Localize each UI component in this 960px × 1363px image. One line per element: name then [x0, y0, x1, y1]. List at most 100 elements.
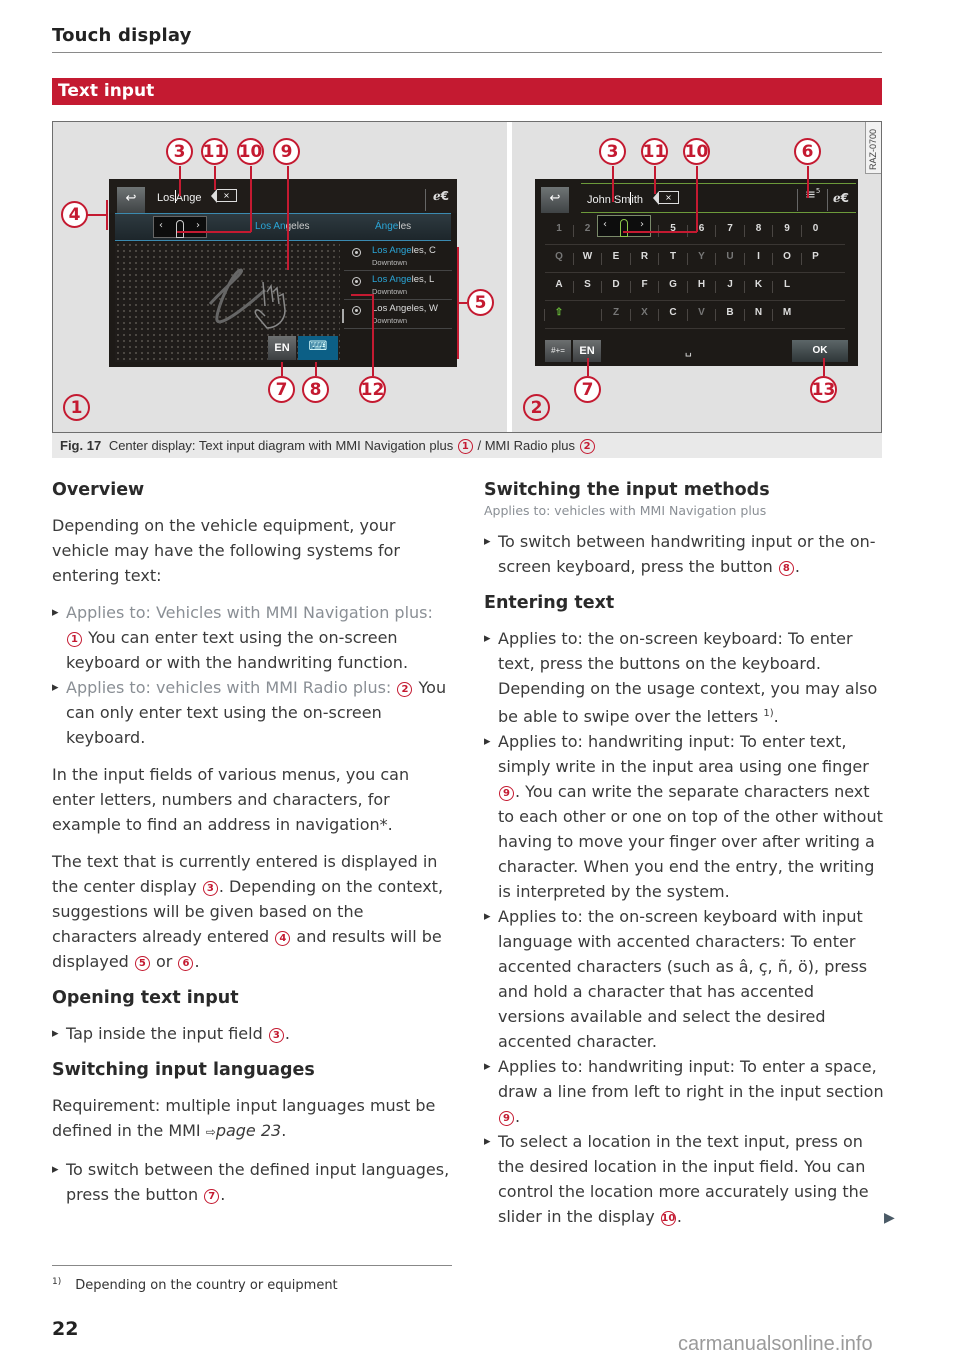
footnote-divider	[52, 1265, 452, 1266]
leader-line	[179, 166, 181, 196]
language-button[interactable]: EN	[268, 336, 296, 360]
keyboard-toggle-icon[interactable]: ⌨	[298, 336, 338, 360]
back-button[interactable]: ↩	[541, 187, 569, 213]
key-f[interactable]: F	[631, 279, 659, 290]
back-button[interactable]: ↩	[117, 187, 145, 213]
list-item: Applies to: the on-screen keyboard: To e…	[484, 626, 884, 729]
speller-icon[interactable]: ℯ€	[433, 189, 449, 203]
key-g[interactable]: G	[659, 279, 687, 290]
callout-3: 3	[268, 1028, 284, 1043]
key-d[interactable]: D	[602, 279, 630, 290]
space-key[interactable]: ␣	[685, 344, 692, 357]
key-separator	[715, 225, 716, 237]
key-separator	[658, 253, 659, 265]
key-n[interactable]: N	[745, 307, 773, 318]
key-b[interactable]: B	[716, 307, 744, 318]
shift-key[interactable]: ⇧	[545, 307, 573, 318]
suggestion-item[interactable]: Ángeles	[375, 221, 411, 232]
key-p[interactable]: P	[802, 251, 830, 262]
key-o[interactable]: O	[773, 251, 801, 262]
leader-line	[214, 166, 216, 190]
key-u[interactable]: U	[716, 251, 744, 262]
key-v[interactable]: V	[688, 307, 716, 318]
key-c[interactable]: C	[659, 307, 687, 318]
chevron-left-icon[interactable]: ‹	[603, 219, 607, 230]
key-separator	[686, 253, 688, 265]
handwriting-area[interactable]: EN ⌨	[115, 242, 340, 362]
footnote: 1) Depending on the country or equipment	[52, 1277, 338, 1293]
suggestion-bar: ‹ › Los Angeles Ángeles	[115, 213, 451, 241]
key-r[interactable]: R	[631, 251, 659, 262]
result-item[interactable]: Los Angeles, L Downtown	[344, 271, 452, 300]
key-k[interactable]: K	[745, 279, 773, 290]
key-separator	[715, 309, 716, 321]
cursor-slider[interactable]: ‹ ›	[153, 216, 207, 238]
callout-7: 7	[204, 1189, 220, 1204]
key-h[interactable]: H	[688, 279, 716, 290]
callout-1: 1	[457, 439, 473, 454]
overview-heading: Overview	[52, 480, 145, 500]
callout-2: 2	[523, 394, 550, 421]
chevron-right-icon[interactable]: ›	[640, 219, 644, 230]
leader-line	[654, 166, 656, 194]
key-l[interactable]: L	[773, 279, 801, 290]
chevron-right-icon[interactable]: ›	[196, 220, 200, 231]
arrow-right-icon: ⇨	[205, 1125, 216, 1139]
key-y[interactable]: Y	[688, 251, 716, 262]
key-separator	[686, 309, 688, 321]
key-e[interactable]: E	[602, 251, 630, 262]
list-item: Applies to: handwriting input: To enter …	[484, 729, 884, 904]
page-link[interactable]: page 23	[216, 1121, 281, 1140]
delete-icon[interactable]: ×	[211, 189, 237, 203]
chevron-left-icon[interactable]: ‹	[159, 220, 163, 231]
input-bar: ↩ LosAnge × ℯ€	[109, 179, 457, 213]
key-w[interactable]: W	[574, 251, 602, 262]
footnote-ref: 1)	[763, 708, 774, 719]
key-z[interactable]: Z	[602, 307, 630, 318]
list-item: Applies to: Vehicles with MMI Navigation…	[52, 600, 452, 675]
key-7[interactable]: 7	[716, 223, 744, 234]
key-separator	[686, 281, 688, 293]
key-0[interactable]: 0	[802, 223, 830, 234]
right-column: Switching the input methods Applies to: …	[484, 478, 884, 1229]
slider-thumb[interactable]	[176, 220, 184, 238]
field-border	[581, 212, 856, 213]
separator	[827, 189, 828, 211]
delete-icon[interactable]: ×	[653, 191, 679, 205]
suggestion-item[interactable]: Los Angeles	[255, 221, 310, 232]
callout-2: 2	[579, 439, 595, 454]
page-header: Touch display	[52, 25, 882, 53]
slider-thumb[interactable]	[620, 219, 628, 237]
callout-3: 3	[599, 138, 626, 165]
key-a[interactable]: A	[545, 279, 573, 290]
key-1[interactable]: 1	[545, 223, 573, 234]
result-item[interactable]: Los Angeles, W Downtown	[344, 300, 452, 329]
left-column: Overview Depending on the vehicle equipm…	[52, 478, 452, 1207]
ok-button[interactable]: OK	[792, 340, 848, 362]
nav-plus-screen: ↩ LosAnge × ℯ€ ‹ › Los Angeles Ángeles E…	[109, 179, 457, 367]
cursor-slider[interactable]: ‹ ›	[597, 215, 651, 237]
key-j[interactable]: J	[716, 279, 744, 290]
key-i[interactable]: I	[745, 251, 773, 262]
symbols-button[interactable]: #+=	[545, 340, 571, 362]
callout-3: 3	[202, 881, 218, 896]
key-8[interactable]: 8	[745, 223, 773, 234]
key-x[interactable]: X	[631, 307, 659, 318]
key-s[interactable]: S	[574, 279, 602, 290]
key-9[interactable]: 9	[773, 223, 801, 234]
callout-5: 5	[467, 289, 494, 316]
callout-6: 6	[794, 138, 821, 165]
keyboard-row-zxcv: ⇧ Z X C V B N M	[544, 303, 845, 329]
leader-line	[351, 294, 373, 296]
key-m[interactable]: M	[773, 307, 801, 318]
key-separator	[800, 253, 802, 265]
callout-3: 3	[166, 138, 193, 165]
input-field[interactable]: John Smith	[587, 192, 643, 206]
result-item[interactable]: Los Angeles, C Downtown	[344, 242, 452, 271]
speller-icon[interactable]: ℯ€	[833, 191, 849, 205]
key-separator	[715, 281, 716, 293]
callout-10: 10	[660, 1211, 676, 1226]
key-t[interactable]: T	[659, 251, 687, 262]
list-item: Applies to: vehicles with MMI Radio plus…	[52, 675, 452, 750]
key-q[interactable]: Q	[545, 251, 573, 262]
